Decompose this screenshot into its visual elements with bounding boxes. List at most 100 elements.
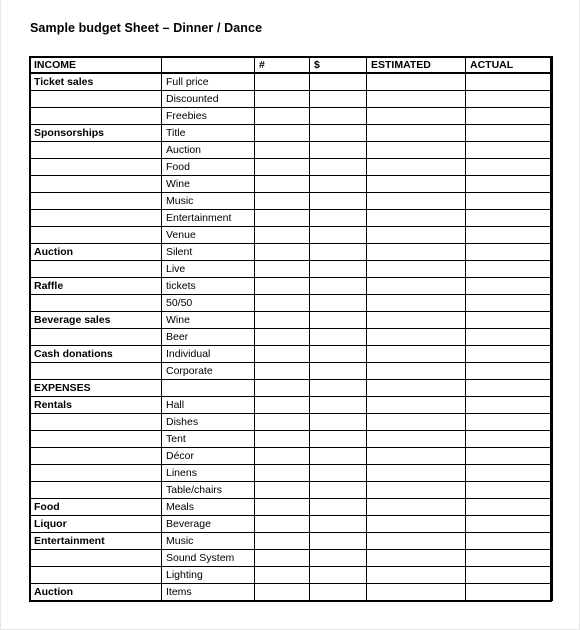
cell-category[interactable]: Auction <box>29 243 162 261</box>
cell-item[interactable]: Tent <box>161 430 255 448</box>
cell-estimated[interactable] <box>366 158 466 176</box>
cell-item[interactable]: Music <box>161 532 255 550</box>
cell-category[interactable] <box>29 158 162 176</box>
cell-estimated[interactable] <box>366 243 466 261</box>
cell-category[interactable]: Liquor <box>29 515 162 533</box>
cell-number[interactable] <box>254 175 310 193</box>
cell-estimated[interactable] <box>366 566 466 584</box>
cell-category[interactable]: Entertainment <box>29 532 162 550</box>
cell-number[interactable] <box>254 498 310 516</box>
cell-estimated[interactable] <box>366 107 466 125</box>
cell-number[interactable] <box>254 379 310 397</box>
cell-item[interactable]: Décor <box>161 447 255 465</box>
cell-number[interactable] <box>254 107 310 125</box>
cell-number[interactable] <box>254 515 310 533</box>
cell-category[interactable] <box>29 549 162 567</box>
cell-item[interactable]: 50/50 <box>161 294 255 312</box>
cell-item[interactable]: Dishes <box>161 413 255 431</box>
cell-number[interactable] <box>254 226 310 244</box>
cell-dollar[interactable] <box>309 175 367 193</box>
cell-dollar[interactable] <box>309 311 367 329</box>
cell-number[interactable] <box>254 260 310 278</box>
cell-item[interactable]: Beverage <box>161 515 255 533</box>
cell-estimated[interactable] <box>366 447 466 465</box>
cell-actual[interactable] <box>465 192 553 210</box>
cell-number[interactable] <box>254 158 310 176</box>
cell-item[interactable]: Sound System <box>161 549 255 567</box>
cell-actual[interactable] <box>465 532 553 550</box>
cell-number[interactable] <box>254 124 310 142</box>
cell-actual[interactable] <box>465 90 553 108</box>
cell-number[interactable] <box>254 209 310 227</box>
cell-actual[interactable] <box>465 583 553 601</box>
cell-category[interactable] <box>29 175 162 193</box>
cell-actual[interactable] <box>465 243 553 261</box>
cell-dollar[interactable] <box>309 277 367 295</box>
cell-item[interactable]: Auction <box>161 141 255 159</box>
cell-item[interactable]: Hall <box>161 396 255 414</box>
cell-category[interactable] <box>29 107 162 125</box>
cell-estimated[interactable] <box>366 141 466 159</box>
cell-estimated[interactable] <box>366 498 466 516</box>
cell-item[interactable]: Freebies <box>161 107 255 125</box>
cell-item[interactable]: Meals <box>161 498 255 516</box>
cell-dollar[interactable] <box>309 379 367 397</box>
cell-item[interactable]: Venue <box>161 226 255 244</box>
cell-dollar[interactable] <box>309 260 367 278</box>
cell-number[interactable] <box>254 90 310 108</box>
cell-dollar[interactable] <box>309 345 367 363</box>
cell-estimated[interactable] <box>366 226 466 244</box>
cell-estimated[interactable] <box>366 413 466 431</box>
cell-dollar[interactable] <box>309 532 367 550</box>
cell-estimated[interactable] <box>366 175 466 193</box>
cell-category[interactable] <box>29 294 162 312</box>
cell-dollar[interactable] <box>309 209 367 227</box>
cell-number[interactable] <box>254 311 310 329</box>
cell-number[interactable] <box>254 583 310 601</box>
cell-actual[interactable] <box>465 141 553 159</box>
cell-estimated[interactable] <box>366 583 466 601</box>
cell-category[interactable]: Auction <box>29 583 162 601</box>
cell-estimated[interactable] <box>366 328 466 346</box>
cell-number[interactable] <box>254 464 310 482</box>
cell-number[interactable] <box>254 566 310 584</box>
cell-category[interactable]: Beverage sales <box>29 311 162 329</box>
cell-actual[interactable] <box>465 277 553 295</box>
cell-estimated[interactable] <box>366 515 466 533</box>
cell-dollar[interactable] <box>309 430 367 448</box>
cell-number[interactable] <box>254 430 310 448</box>
cell-estimated[interactable] <box>366 362 466 380</box>
cell-dollar[interactable] <box>309 226 367 244</box>
cell-item[interactable]: Food <box>161 158 255 176</box>
cell-estimated[interactable] <box>366 294 466 312</box>
cell-dollar[interactable] <box>309 124 367 142</box>
cell-dollar[interactable] <box>309 481 367 499</box>
cell-estimated[interactable] <box>366 90 466 108</box>
cell-actual[interactable] <box>465 328 553 346</box>
cell-estimated[interactable] <box>366 464 466 482</box>
cell-actual[interactable] <box>465 362 553 380</box>
cell-dollar[interactable] <box>309 158 367 176</box>
cell-actual[interactable] <box>465 158 553 176</box>
cell-dollar[interactable] <box>309 294 367 312</box>
cell-category[interactable]: Food <box>29 498 162 516</box>
cell-actual[interactable] <box>465 209 553 227</box>
cell-dollar[interactable] <box>309 141 367 159</box>
cell-number[interactable] <box>254 277 310 295</box>
cell-category[interactable] <box>29 192 162 210</box>
cell-actual[interactable] <box>465 413 553 431</box>
cell-estimated[interactable] <box>366 277 466 295</box>
cell-item[interactable]: Discounted <box>161 90 255 108</box>
cell-dollar[interactable] <box>309 566 367 584</box>
cell-item[interactable]: tickets <box>161 277 255 295</box>
cell-actual[interactable] <box>465 379 553 397</box>
cell-actual[interactable] <box>465 226 553 244</box>
cell-actual[interactable] <box>465 549 553 567</box>
cell-dollar[interactable] <box>309 515 367 533</box>
cell-item[interactable] <box>161 379 255 397</box>
cell-actual[interactable] <box>465 294 553 312</box>
cell-number[interactable] <box>254 192 310 210</box>
cell-item[interactable]: Silent <box>161 243 255 261</box>
cell-actual[interactable] <box>465 447 553 465</box>
cell-estimated[interactable] <box>366 549 466 567</box>
